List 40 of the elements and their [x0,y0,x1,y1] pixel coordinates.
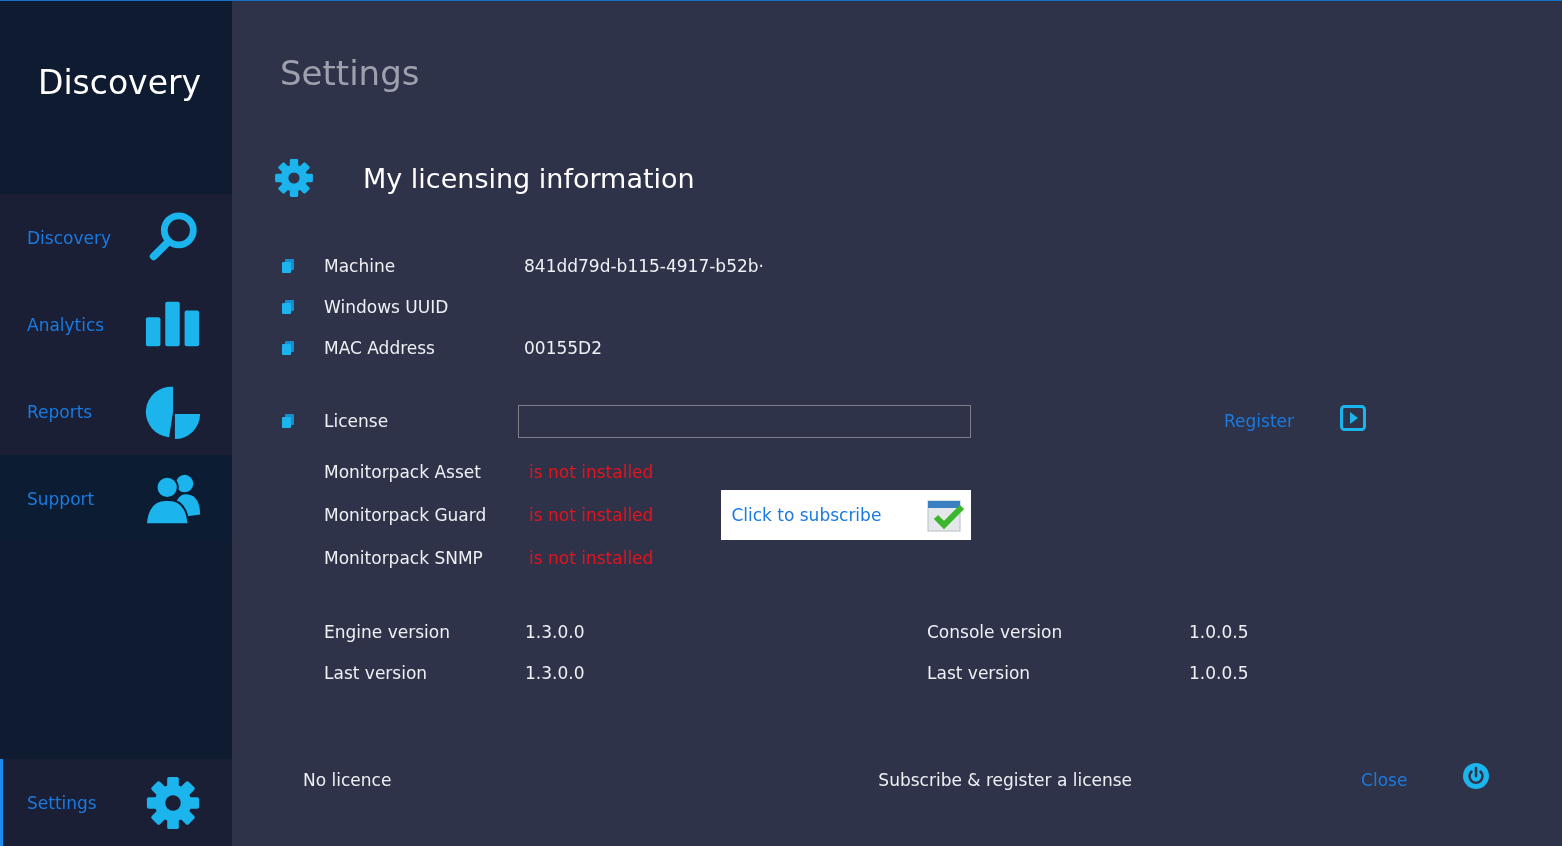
version-label: Engine version [324,622,451,644]
field-label: Machine [324,256,397,276]
license-status: No licence [303,770,392,790]
field-value: 00155D2 [524,338,602,358]
module-name: Monitorpack SNMP [324,548,484,568]
sidebar-item[interactable]: Settings [0,759,232,846]
document-icon [280,413,296,429]
field-label: License [324,411,390,431]
module-status: is not installed [529,462,654,482]
page-title: Settings [280,53,421,93]
register-link[interactable]: Register [1224,411,1294,431]
settings-icon [273,157,315,199]
version-label: Last version [927,663,1032,685]
version-value: 1.3.0.0 [525,622,586,644]
power-icon[interactable] [1462,762,1491,790]
field-label: Windows UUID [324,297,450,317]
subscribe-register-text: Subscribe & register a license [878,770,1133,790]
version-label: Console version [927,622,1064,644]
module-status: is not installed [529,505,654,525]
document-icon [280,258,296,274]
document-icon [280,340,296,356]
version-label: Last version [324,663,429,685]
module-name: Monitorpack Asset [324,462,482,482]
sidebar-item[interactable]: Discovery [0,194,232,281]
document-icon [280,299,296,315]
close-link[interactable]: Close [1361,770,1408,790]
app-title: Discovery [37,62,203,104]
section-title: My licensing information [363,162,695,194]
sidebar-item[interactable]: Analytics [0,281,232,368]
play-icon[interactable] [1340,405,1366,431]
module-name: Monitorpack Guard [324,505,488,525]
version-value: 1.0.0.5 [1189,622,1250,644]
module-status: is not installed [529,548,654,568]
subscribe-button[interactable]: Click to subscribe [721,490,972,540]
license-input[interactable] [518,404,971,438]
sidebar-item[interactable]: Reports [0,368,232,455]
field-label: MAC Address [324,338,436,358]
field-value: 841dd79d-b115-4917-b52b· [524,256,764,276]
version-value: 1.3.0.0 [525,663,586,685]
version-value: 1.0.0.5 [1189,663,1250,685]
